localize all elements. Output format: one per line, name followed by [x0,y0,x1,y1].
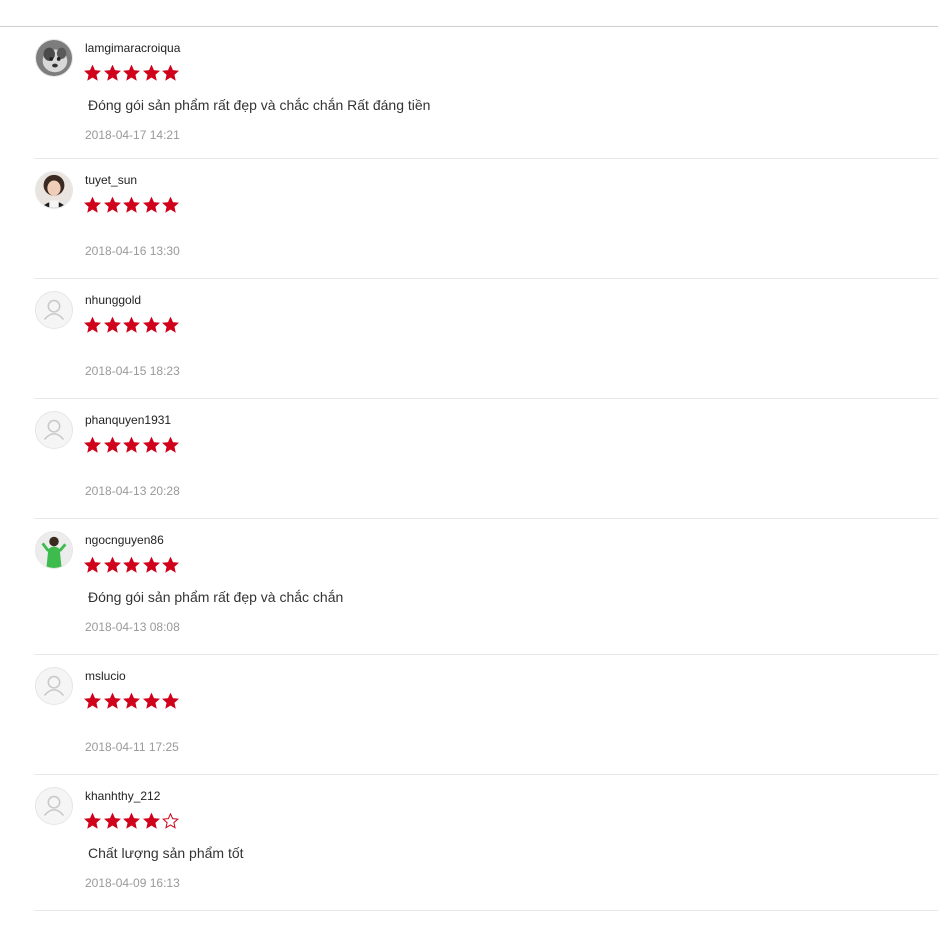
star-filled-icon [103,437,121,453]
star-filled-icon [162,437,179,453]
star-filled-icon [103,813,121,829]
username[interactable]: nhunggold [85,293,141,307]
dog-photo-icon [36,40,72,76]
star-rating [84,557,182,574]
star-filled-icon [123,557,140,573]
default-user-icon [43,675,65,696]
user-photo-icon [36,532,72,568]
star-filled-icon [142,437,160,453]
star-filled-icon [103,65,121,81]
review-date: 2018-04-15 18:23 [85,364,180,378]
avatar[interactable] [35,787,73,825]
review-list: lamgimaracroiqua Đóng gói sản phẩm rất đ… [34,27,938,911]
avatar[interactable] [35,291,73,329]
star-filled-icon [142,813,160,829]
review-item: mslucio 2018-04-11 17:25 [34,655,938,775]
review-item: ngocnguyen86 Đóng gói sản phẩm rất đẹp v… [34,519,938,655]
star-filled-icon [103,557,121,573]
avatar[interactable] [35,411,73,449]
username[interactable]: mslucio [85,669,126,683]
avatar[interactable] [35,531,73,569]
star-filled-icon [103,317,121,333]
review-comment: Đóng gói sản phẩm rất đẹp và chắc chắn R… [88,97,431,113]
star-filled-icon [162,317,179,333]
star-filled-icon [162,557,179,573]
star-filled-icon [142,65,160,81]
review-item: lamgimaracroiqua Đóng gói sản phẩm rất đ… [34,27,938,159]
review-date: 2018-04-16 13:30 [85,244,180,258]
default-user-icon [43,795,65,816]
review-date: 2018-04-11 17:25 [85,740,179,754]
star-filled-icon [123,317,140,333]
star-filled-icon [84,65,101,81]
star-filled-icon [84,317,101,333]
star-filled-icon [103,693,121,709]
review-date: 2018-04-09 16:13 [85,876,180,890]
star-filled-icon [84,557,101,573]
star-rating [84,317,182,334]
username[interactable]: tuyet_sun [85,173,137,187]
star-filled-icon [142,557,160,573]
star-filled-icon [123,65,140,81]
star-rating [84,813,182,830]
avatar[interactable] [35,39,73,77]
star-filled-icon [84,693,101,709]
star-filled-icon [123,693,140,709]
star-filled-icon [84,197,101,213]
username[interactable]: khanhthy_212 [85,789,160,803]
default-user-icon [43,419,65,440]
username[interactable]: ngocnguyen86 [85,533,164,547]
star-rating [84,65,182,82]
star-filled-icon [142,197,160,213]
star-rating [84,693,182,710]
star-filled-icon [162,197,179,213]
star-rating [84,197,182,214]
star-filled-icon [84,813,101,829]
review-comment: Đóng gói sản phẩm rất đẹp và chắc chắn [88,589,344,605]
review-item: tuyet_sun 2018-04-16 13:30 [34,159,938,279]
user-photo-icon [36,172,72,208]
star-filled-icon [123,197,140,213]
star-rating [84,437,182,454]
avatar[interactable] [35,667,73,705]
star-filled-icon [142,693,160,709]
review-item: phanquyen1931 2018-04-13 20:28 [34,399,938,519]
review-date: 2018-04-13 08:08 [85,620,180,634]
star-filled-icon [162,693,179,709]
star-filled-icon [103,197,121,213]
review-item: nhunggold 2018-04-15 18:23 [34,279,938,399]
star-filled-icon [142,317,160,333]
avatar[interactable] [35,171,73,209]
username[interactable]: phanquyen1931 [85,413,171,427]
star-filled-icon [123,813,140,829]
review-item: khanhthy_212 Chất lượng sản phẩm tốt 201… [34,775,938,911]
star-filled-icon [123,437,140,453]
star-filled-icon [162,65,179,81]
star-empty-icon [162,813,179,829]
default-user-icon [43,299,65,320]
review-comment: Chất lượng sản phẩm tốt [88,845,244,861]
star-filled-icon [84,437,101,453]
review-date: 2018-04-13 20:28 [85,484,180,498]
review-date: 2018-04-17 14:21 [85,128,180,142]
username[interactable]: lamgimaracroiqua [85,41,180,55]
